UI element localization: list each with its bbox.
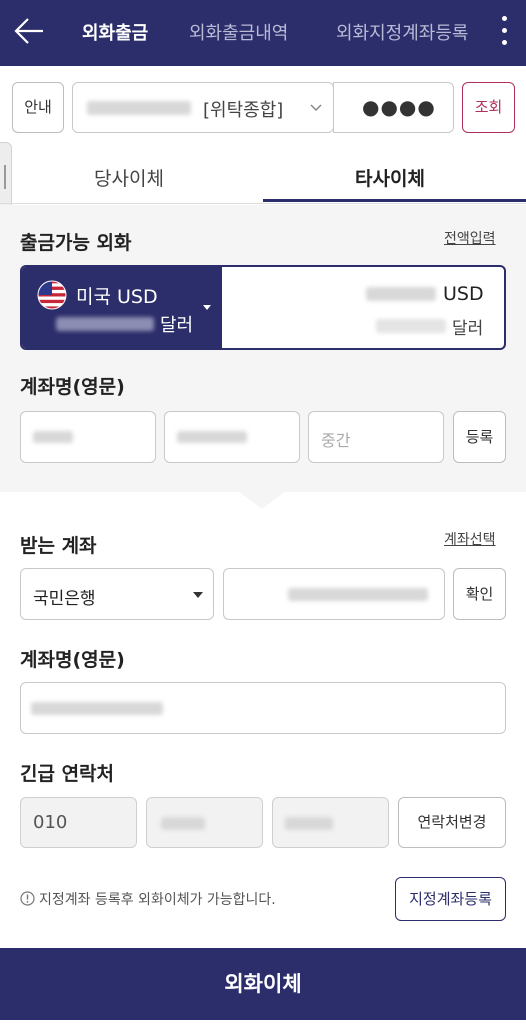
foreign-transfer-button[interactable]: 외화이체 — [0, 948, 526, 1020]
chevron-down-icon — [310, 104, 322, 112]
phone-prefix-field: 010 — [20, 797, 137, 848]
tab-designated-account-register[interactable]: 외화지정계좌등록 — [336, 19, 476, 45]
receiving-account-title: 받는 계좌 — [20, 535, 97, 557]
currency-dropdown-caret-icon — [203, 305, 211, 310]
back-arrow-icon[interactable] — [12, 14, 46, 48]
change-contact-button[interactable]: 연락처변경 — [398, 797, 506, 848]
available-currency-box: 미국 USD 달러 USD 달러 — [20, 265, 506, 350]
bank-dropdown-caret-icon — [193, 592, 203, 598]
tab-withdraw-history[interactable]: 외화출금내역 — [189, 19, 288, 45]
receiving-name-title: 계좌명(영문) — [20, 649, 125, 671]
masked-receiving-name — [31, 702, 163, 715]
select-account-link[interactable]: 계좌선택 — [444, 529, 496, 549]
transfer-type-tabs: 당사이체 타사이체 — [0, 146, 526, 204]
masked-converted-amount — [376, 319, 446, 333]
top-header: 외화출금 외화출금내역 외화지정계좌등록 — [0, 0, 526, 66]
middle-name-placeholder: 중간 — [321, 431, 351, 450]
masked-phone-middle — [161, 817, 205, 830]
tab-internal-transfer[interactable]: 당사이체 — [94, 164, 164, 191]
guide-button[interactable]: 안내 — [12, 82, 64, 133]
account-type-label: [위탁종합] — [203, 100, 284, 121]
middle-name-field[interactable]: 중간 — [308, 411, 444, 463]
section-pointer — [238, 491, 286, 509]
currency-label: 미국 USD — [76, 286, 158, 308]
phone-prefix-value: 010 — [33, 812, 68, 833]
full-amount-link[interactable]: 전액입력 — [444, 228, 496, 248]
us-flag-icon — [37, 280, 67, 310]
receiving-account-number-field[interactable] — [223, 568, 445, 620]
masked-phone-last — [285, 817, 333, 830]
active-tab-indicator — [263, 199, 526, 202]
account-name-en-title: 계좌명(영문) — [20, 376, 125, 398]
inquiry-button[interactable]: 조회 — [462, 82, 515, 133]
first-name-field[interactable] — [20, 411, 156, 463]
currency-selector[interactable]: 미국 USD 달러 — [22, 267, 222, 348]
account-select[interactable]: [위탁종합] — [72, 82, 334, 133]
masked-account-number — [87, 101, 191, 115]
password-mask: ●●●● — [362, 95, 436, 119]
last-name-field[interactable] — [164, 411, 300, 463]
masked-left-amount — [56, 317, 154, 331]
right-amount-unit: 달러 — [452, 319, 484, 339]
available-foreign-title: 출금가능 외화 — [20, 232, 132, 254]
phone-last-field — [272, 797, 389, 848]
info-icon — [20, 891, 35, 906]
password-field[interactable]: ●●●● — [333, 82, 454, 133]
left-amount-unit: 달러 — [160, 315, 194, 336]
more-vertical-icon[interactable] — [496, 14, 512, 50]
tab-foreign-withdraw[interactable]: 외화출금 — [82, 19, 148, 45]
notice-text: 지정계좌 등록후 외화이체가 가능합니다. — [39, 892, 276, 908]
emergency-contact-title: 긴급 연락처 — [20, 763, 115, 785]
phone-middle-field — [146, 797, 263, 848]
right-currency-code: USD — [443, 283, 484, 305]
confirm-account-button[interactable]: 확인 — [453, 568, 506, 620]
bank-select[interactable]: 국민은행 — [20, 568, 214, 620]
register-designated-account-button[interactable]: 지정계좌등록 — [395, 877, 506, 921]
receiving-name-field[interactable] — [20, 682, 506, 734]
bank-value: 국민은행 — [33, 589, 96, 609]
masked-last-name — [177, 431, 247, 443]
register-name-button[interactable]: 등록 — [453, 411, 506, 463]
masked-first-name — [33, 431, 73, 443]
tab-external-transfer[interactable]: 타사이체 — [355, 164, 425, 191]
masked-receiving-account — [288, 588, 428, 601]
masked-usd-amount — [366, 287, 436, 301]
